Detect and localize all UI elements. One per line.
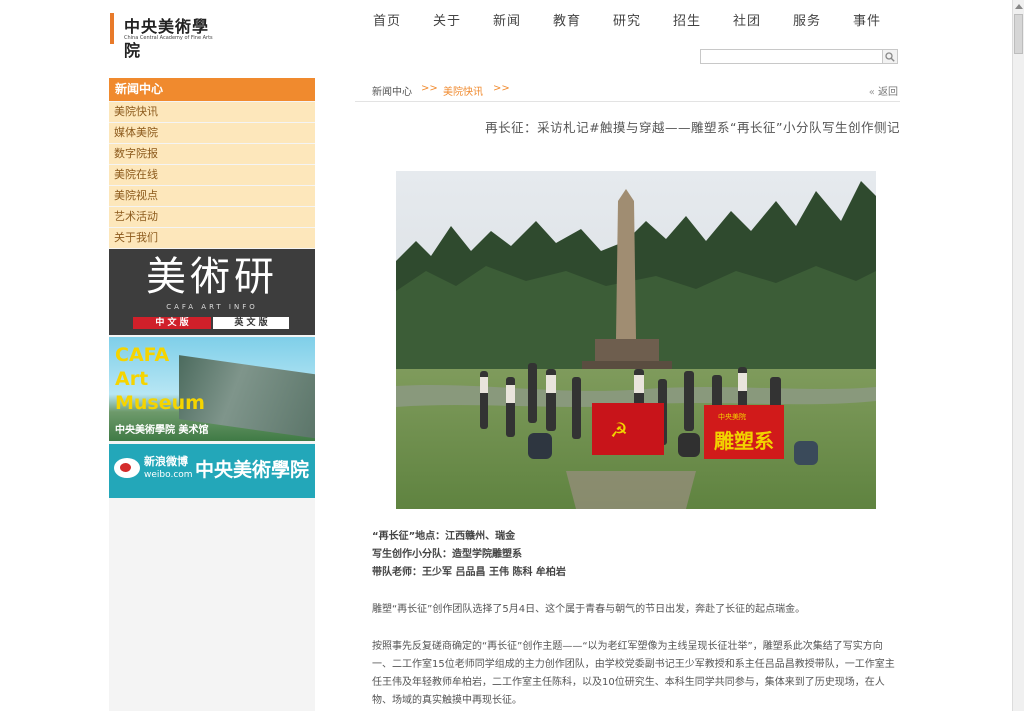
sidebar-item-viewpoint[interactable]: 美院视点	[109, 186, 315, 206]
museum-title: CAFA Art Museum	[115, 344, 205, 414]
svg-text:雕塑系: 雕塑系	[714, 429, 774, 453]
article-meta: “再长征”地点：江西赣州、瑞金 写生创作小分队：造型学院雕塑系 带队老师：王少军…	[372, 528, 900, 582]
weibo-banner[interactable]: 新浪微博 weibo.com 中央美術學院	[109, 444, 315, 498]
back-link[interactable]: « 返回	[869, 83, 898, 98]
art-museum-banner[interactable]: CAFA Art Museum 中央美術學院 美术馆	[109, 337, 315, 441]
sidebar-title: 新闻中心	[109, 78, 315, 101]
sidebar-item-art-events[interactable]: 艺术活动	[109, 207, 315, 227]
article-paragraph: 按照事先反复磋商确定的“再长征”创作主题——“以为老红军塑像为主线呈现长征壮举”…	[372, 641, 895, 706]
breadcrumb-separator: >>	[421, 83, 438, 94]
svg-text:中央美院: 中央美院	[718, 412, 746, 421]
page: 中央美術學院 China Central Academy of Fine Art…	[0, 0, 1012, 711]
nav-services[interactable]: 服务	[793, 10, 853, 29]
scrollbar-thumb[interactable]	[1014, 14, 1023, 54]
scroll-up-arrow-icon[interactable]	[1015, 4, 1023, 9]
nav-home[interactable]: 首页	[373, 10, 433, 29]
breadcrumb-current[interactable]: 美院快讯	[443, 83, 483, 98]
weibo-icon	[114, 458, 140, 478]
meta-location: “再长征”地点：江西赣州、瑞金	[372, 531, 516, 542]
sidebar-item-about-us[interactable]: 关于我们	[109, 228, 315, 248]
nav-research[interactable]: 研究	[613, 10, 673, 29]
group-photo-image: ☭ 中央美院 雕塑系	[396, 171, 876, 509]
logo-accent-bar	[110, 13, 114, 44]
nav-events[interactable]: 事件	[853, 10, 913, 29]
english-version-link[interactable]: 英 文 版	[213, 317, 289, 329]
svg-text:☭: ☭	[610, 418, 628, 442]
breadcrumb-separator: >>	[493, 83, 510, 94]
nav-admissions[interactable]: 招生	[673, 10, 733, 29]
article-title: 再长征：采访札记#触摸与穿越——雕塑系“再长征”小分队写生创作侧记	[485, 120, 900, 135]
search-icon	[885, 52, 895, 62]
weibo-academy-name: 中央美術學院	[195, 459, 310, 481]
museum-subtitle: 中央美術學院 美术馆	[115, 425, 209, 436]
art-info-banner[interactable]: 美術研 CAFA ART INFO 中 文 版 英 文 版	[109, 249, 315, 335]
nav-about[interactable]: 关于	[433, 10, 493, 29]
search-button[interactable]	[882, 49, 898, 64]
article-paragraph: 雕塑“再长征”创作团队选择了5月4日、这个属于青春与朝气的节日出发，奔赴了长征的…	[372, 604, 806, 615]
back-label: 返回	[878, 87, 898, 98]
article-photo: ☭ 中央美院 雕塑系	[396, 171, 876, 509]
art-info-subtitle: CAFA ART INFO	[166, 303, 258, 311]
sidebar: 新闻中心 美院快讯 媒体美院 数字院报 美院在线 美院视点 艺术活动 关于我们 …	[109, 78, 315, 711]
weibo-label: 新浪微博	[144, 455, 188, 468]
vertical-scrollbar[interactable]	[1012, 0, 1024, 711]
main-nav: 首页 关于 新闻 教育 研究 招生 社团 服务 事件	[373, 10, 913, 29]
art-info-logo-text: 美術研	[146, 254, 278, 300]
weibo-domain: weibo.com	[144, 470, 193, 480]
search-input[interactable]	[700, 49, 898, 64]
nav-clubs[interactable]: 社团	[733, 10, 793, 29]
meta-team: 写生创作小分队：造型学院雕塑系	[372, 549, 522, 560]
breadcrumb-home[interactable]: 新闻中心	[372, 83, 412, 98]
nav-education[interactable]: 教育	[553, 10, 613, 29]
breadcrumb: 新闻中心 >> 美院快讯 >> « 返回	[355, 80, 900, 102]
sidebar-item-digital-paper[interactable]: 数字院报	[109, 144, 315, 164]
double-chevron-left-icon: «	[868, 87, 875, 98]
sidebar-item-online[interactable]: 美院在线	[109, 165, 315, 185]
nav-news[interactable]: 新闻	[493, 10, 553, 29]
sidebar-item-media[interactable]: 媒体美院	[109, 123, 315, 143]
logo-english-name: China Central Academy of Fine Arts	[124, 35, 213, 41]
meta-teachers: 带队老师：王少军 吕品昌 王伟 陈科 牟柏岩	[372, 567, 566, 578]
site-logo[interactable]: 中央美術學院 China Central Academy of Fine Art…	[110, 13, 220, 60]
sidebar-item-news-flash[interactable]: 美院快讯	[109, 102, 315, 122]
chinese-version-link[interactable]: 中 文 版	[133, 317, 211, 329]
